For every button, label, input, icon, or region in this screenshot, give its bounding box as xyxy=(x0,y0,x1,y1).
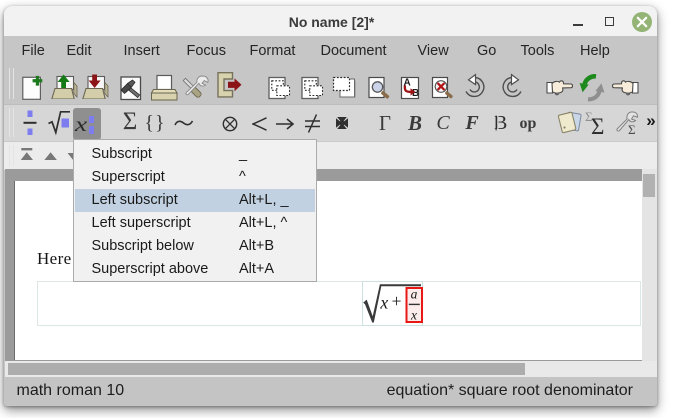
svg-text:a: a xyxy=(411,286,418,301)
svg-text:x: x xyxy=(379,292,388,312)
svg-text:x: x xyxy=(410,307,417,322)
svg-text:+: + xyxy=(392,290,402,310)
svg-text:Σ: Σ xyxy=(591,114,604,138)
svg-text:Σ: Σ xyxy=(628,122,636,137)
